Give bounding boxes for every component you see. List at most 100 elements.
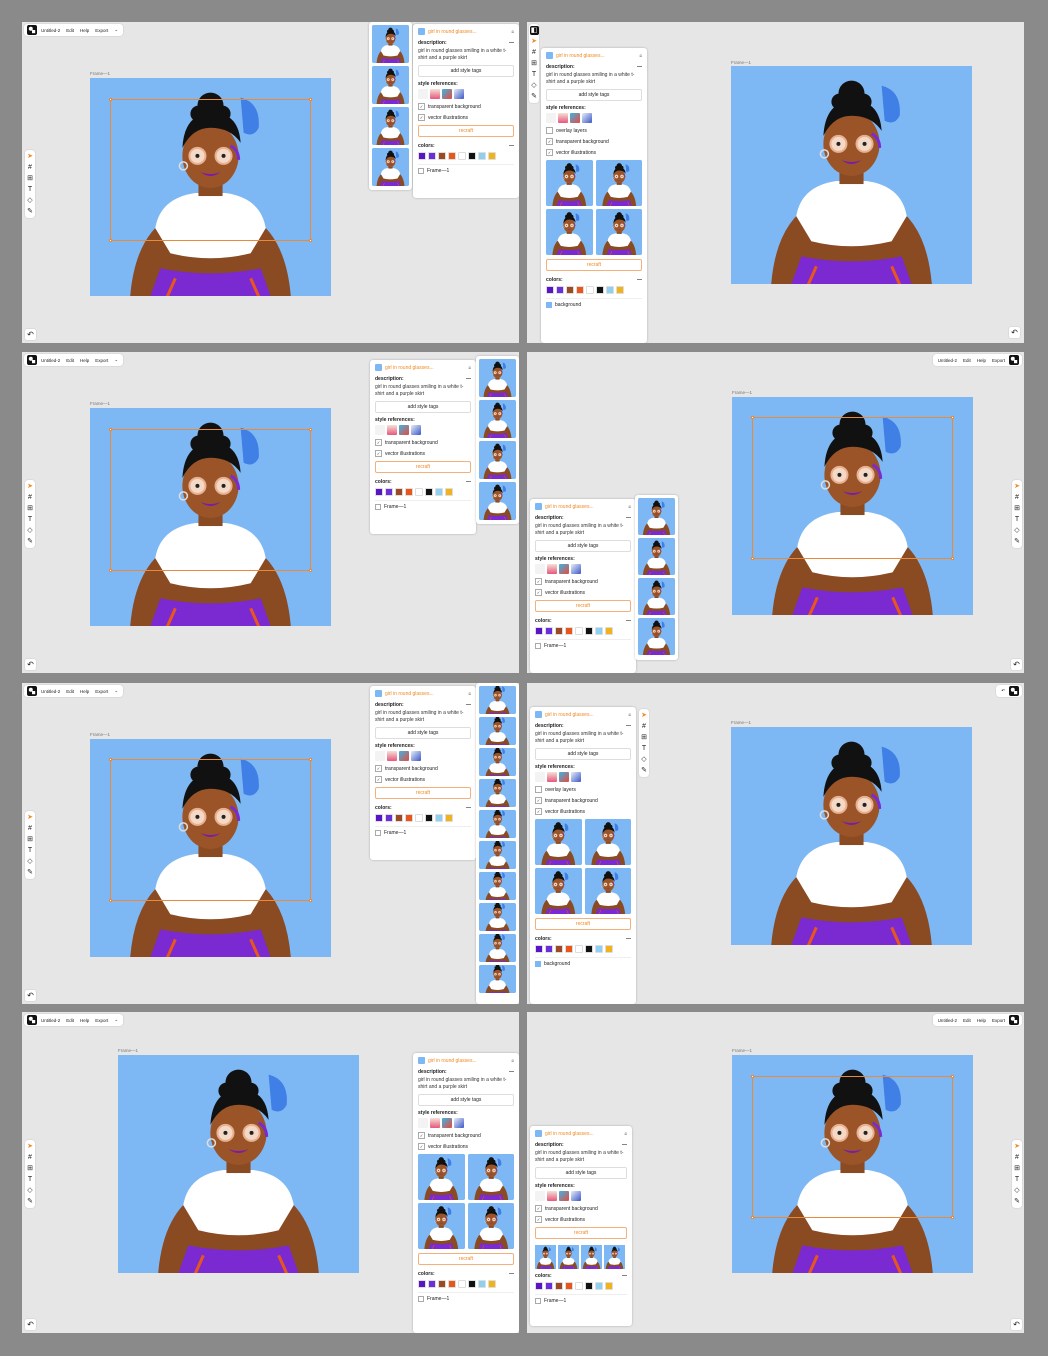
description-text[interactable]: girl in round glasses smiling in a white… [535,523,631,537]
variation-thumbnail[interactable] [479,686,516,714]
add-style-tags-button[interactable]: add style tags [535,540,631,552]
text-icon[interactable]: T [1013,1175,1022,1184]
color-swatch[interactable] [418,152,426,160]
style-ref-3[interactable] [571,564,581,574]
collapse-icon[interactable]: — [626,936,631,942]
add-icon[interactable]: ⊞ [26,1164,35,1173]
color-swatch[interactable] [565,945,573,953]
color-swatch[interactable] [425,814,433,822]
style-ref-empty[interactable] [535,772,545,782]
checkbox-checked[interactable]: ✓ [375,439,382,446]
frame-icon[interactable]: # [530,48,539,57]
generated-image[interactable] [584,868,631,914]
select-icon[interactable]: ➤ [26,813,35,822]
panel-title[interactable]: girl in round glasses... 🔒︎ [535,503,631,510]
generated-image[interactable] [467,1203,514,1249]
layer-footer[interactable]: Frame—1 [375,500,471,510]
add-style-tags-button[interactable]: add style tags [535,748,631,760]
panel-title[interactable]: girl in round glasses... 🔒︎ [535,1130,627,1137]
generated-image[interactable] [418,1154,465,1200]
color-swatch[interactable] [435,488,443,496]
checkbox-checked[interactable]: ✓ [375,776,382,783]
text-icon[interactable]: T [26,515,35,524]
menu-export[interactable]: Export [990,358,1007,363]
checkbox-checked[interactable]: ✓ [418,103,425,110]
color-swatch[interactable] [586,286,594,294]
menu-export[interactable]: Export [93,689,110,694]
color-swatch[interactable] [488,152,496,160]
menu-help[interactable]: Help [78,358,91,363]
color-swatch[interactable] [385,814,393,822]
pen-icon[interactable]: ✎ [1013,537,1022,546]
text-icon[interactable]: T [530,70,539,79]
recraft-button[interactable]: recraft [375,787,471,799]
add-icon[interactable]: ⊞ [26,504,35,513]
checkbox-checked[interactable]: ✓ [546,149,553,156]
style-ref-2[interactable] [399,425,409,435]
frame-icon[interactable]: # [1013,1153,1022,1162]
style-ref-empty[interactable] [418,89,428,99]
generated-image[interactable] [546,209,593,255]
collapse-icon[interactable]: — [626,515,631,521]
chevron-down-icon[interactable]: ⌄ [112,688,120,694]
panel-title[interactable]: girl in round glasses... 🔒︎ [546,52,642,59]
menu-file-name[interactable]: Untitled-2 [39,689,62,694]
panel-title[interactable]: girl in round glasses... 🔒︎ [375,364,471,371]
generated-image[interactable] [535,868,582,914]
vector-illustrations-option[interactable]: ✓ vector illustrations [535,808,631,815]
app-logo-icon[interactable] [27,355,37,365]
lock-icon[interactable]: 🔒︎ [628,712,631,718]
color-swatch[interactable] [375,814,383,822]
collapse-icon[interactable]: — [466,805,471,811]
layer-footer[interactable]: Frame—1 [375,826,471,836]
add-style-tags-button[interactable]: add style tags [546,89,642,101]
variation-thumbnail[interactable] [372,107,409,145]
style-ref-3[interactable] [411,751,421,761]
overlay-layers-option[interactable]: overlay layers [546,127,642,134]
style-ref-empty[interactable] [375,751,385,761]
app-logo-icon[interactable] [1009,355,1019,365]
style-ref-3[interactable] [571,772,581,782]
color-swatch[interactable] [616,286,624,294]
style-ref-2[interactable] [399,751,409,761]
eraser-icon[interactable]: ◇ [530,81,539,90]
menu-help[interactable]: Help [78,1018,91,1023]
collapse-icon[interactable]: — [637,64,642,70]
select-icon[interactable]: ➤ [1013,1142,1022,1151]
color-swatch[interactable] [445,814,453,822]
menu-help[interactable]: Help [78,28,91,33]
color-swatch[interactable] [405,488,413,496]
illustration-canvas[interactable] [731,66,972,284]
transparent-background-option[interactable]: ✓ transparent background [535,1205,627,1212]
lock-icon[interactable]: 🔒︎ [628,504,631,510]
checkbox-checked[interactable]: ✓ [375,765,382,772]
color-swatch[interactable] [556,286,564,294]
style-ref-empty[interactable] [375,425,385,435]
pen-icon[interactable]: ✎ [1013,1197,1022,1206]
description-text[interactable]: girl in round glasses smiling in a white… [535,1150,627,1164]
style-ref-1[interactable] [547,772,557,782]
color-swatch[interactable] [565,627,573,635]
vector-illustrations-option[interactable]: ✓ vector illustrations [535,589,631,596]
menu-file-name[interactable]: Untitled-2 [39,358,62,363]
collapse-icon[interactable]: — [622,1142,627,1148]
color-swatch[interactable] [585,1282,593,1290]
add-icon[interactable]: ⊞ [26,835,35,844]
frame-icon[interactable]: # [26,163,35,172]
variation-thumbnail[interactable] [372,66,409,104]
variation-thumbnail[interactable] [479,810,516,838]
eraser-icon[interactable]: ◇ [26,526,35,535]
transparent-background-option[interactable]: ✓ transparent background [546,138,642,145]
menu-edit[interactable]: Edit [64,1018,76,1023]
recraft-button[interactable]: recraft [418,125,514,137]
color-swatch[interactable] [488,1280,496,1288]
app-logo-icon[interactable] [1009,686,1019,696]
eraser-icon[interactable]: ◇ [1013,1186,1022,1195]
undo-icon[interactable]: ↶ [999,688,1007,694]
text-icon[interactable]: T [26,1175,35,1184]
undo-icon[interactable]: ↶ [25,659,36,670]
frame-icon[interactable]: # [640,722,649,731]
collapse-icon[interactable]: — [626,618,631,624]
undo-icon[interactable]: ↶ [1009,327,1020,338]
color-swatch[interactable] [435,814,443,822]
